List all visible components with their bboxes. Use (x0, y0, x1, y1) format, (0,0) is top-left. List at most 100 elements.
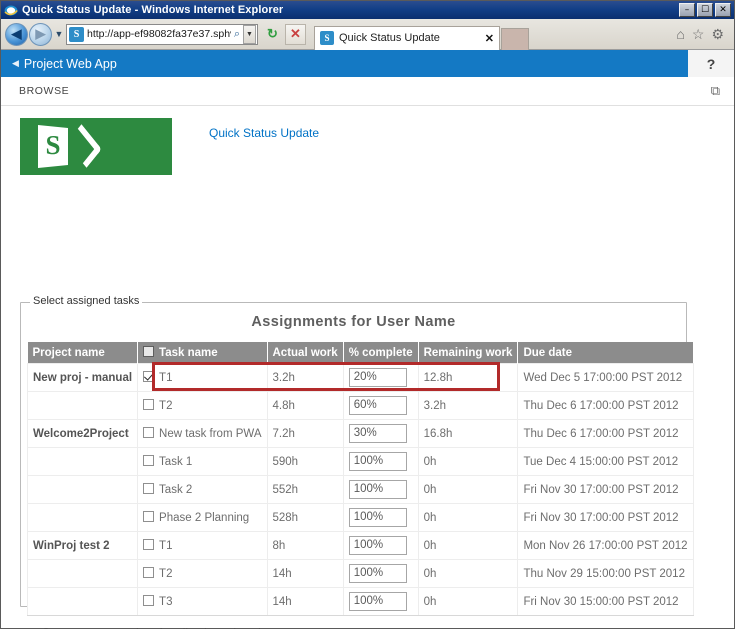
back-button[interactable]: ◀ (5, 23, 28, 46)
table-row[interactable]: Welcome2ProjectNew task from PWA7.2h30%1… (28, 420, 694, 448)
cell-actual-work: 3.2h (267, 364, 343, 392)
cell-due-date: Fri Nov 30 17:00:00 PST 2012 (518, 504, 693, 532)
assignments-table-body: New proj - manualT13.2h20%12.8hWed Dec 5… (28, 364, 694, 616)
percent-complete-field[interactable]: 60% (349, 396, 407, 415)
row-select-checkbox[interactable] (143, 427, 154, 438)
table-row[interactable]: Task 2552h 100% 0hFri Nov 30 17:00:00 PST … (28, 476, 694, 504)
cell-actual-work: 552h (267, 476, 343, 504)
cell-due-date: Thu Nov 29 15:00:00 PST 2012 (518, 560, 693, 588)
address-dropdown-icon[interactable]: ▼ (243, 25, 256, 44)
cell-project-name (28, 588, 138, 616)
task-name-label: T3 (159, 596, 172, 608)
row-select-checkbox[interactable] (143, 567, 154, 578)
tab-quick-status-update[interactable]: S Quick Status Update ✕ (314, 26, 500, 50)
cell-percent-complete: 60% (343, 392, 418, 420)
col-header-due-date[interactable]: Due date (518, 342, 693, 364)
address-bar[interactable]: S http://app-ef98082fa37e37.sphvm-85... … (66, 24, 258, 45)
table-row[interactable]: T314h100%0hFri Nov 30 15:00:00 PST 2012 (28, 588, 694, 616)
cell-due-date: Mon Nov 26 17:00:00 PST 2012 (518, 532, 693, 560)
help-button[interactable]: ? (688, 50, 734, 77)
table-row[interactable]: New proj - manualT13.2h20%12.8hWed Dec 5… (28, 364, 694, 392)
cell-remaining-work: 0h (418, 448, 518, 476)
cell-project-name (28, 504, 138, 532)
row-select-checkbox[interactable] (143, 595, 154, 606)
cell-task-name: T2 (138, 560, 267, 588)
search-icon[interactable]: ⌕ (231, 28, 243, 41)
row-select-checkbox[interactable] (143, 483, 154, 494)
col-header-remaining-work[interactable]: Remaining work (418, 342, 518, 364)
cell-task-name: Task 2 (138, 476, 267, 504)
task-name-label: T1 (159, 372, 172, 384)
cell-remaining-work: 0h (418, 588, 518, 616)
ie-logo-icon (4, 3, 18, 17)
row-select-checkbox[interactable] (143, 399, 154, 410)
cell-task-name: Phase 2 Planning (138, 504, 267, 532)
row-select-checkbox[interactable] (143, 371, 154, 382)
table-row[interactable]: T24.8h60%3.2hThu Dec 6 17:00:00 PST 2012 (28, 392, 694, 420)
cell-actual-work: 8h (267, 532, 343, 560)
cell-actual-work: 7.2h (267, 420, 343, 448)
minimize-button[interactable]: – (679, 3, 695, 17)
percent-complete-field[interactable]: 20% (349, 368, 407, 387)
cell-project-name: Welcome2Project (28, 420, 138, 448)
collapse-arrow-icon[interactable]: ◀ (12, 58, 19, 69)
cell-actual-work: 590h (267, 448, 343, 476)
task-name-label: New task from PWA (159, 428, 261, 440)
focus-on-content-icon[interactable]: ⧉ (711, 83, 720, 99)
close-button[interactable]: ✕ (715, 3, 731, 17)
tab-browse[interactable]: BROWSE (19, 85, 69, 97)
new-tab-button[interactable] (501, 28, 529, 50)
percent-complete-field[interactable]: 100% (349, 592, 407, 611)
row-select-checkbox[interactable] (143, 511, 154, 522)
assignments-table: Project name Task name Actual work % com… (27, 342, 694, 616)
select-all-checkbox[interactable] (143, 346, 154, 357)
percent-complete-field[interactable]: 100% (349, 536, 407, 555)
task-name-label: T2 (159, 400, 172, 412)
gear-icon[interactable]: ⚙ (711, 27, 724, 41)
maximize-button[interactable]: ☐ (697, 3, 713, 17)
forward-button[interactable]: ▶ (29, 23, 52, 46)
table-row[interactable]: Phase 2 Planning528h100%0hFri Nov 30 17:… (28, 504, 694, 532)
assignments-title: Assignments for User Name (21, 314, 686, 330)
col-header-actual-work[interactable]: Actual work (267, 342, 343, 364)
logo-chevron-icon (66, 124, 101, 168)
page-title-link[interactable]: Quick Status Update (209, 126, 319, 140)
table-row[interactable]: Task 1590h100%0hTue Dec 4 15:00:00 PST 2… (28, 448, 694, 476)
col-header-project-name[interactable]: Project name (28, 342, 138, 364)
history-dropdown-icon[interactable]: ▼ (52, 29, 66, 39)
table-header-row: Project name Task name Actual work % com… (28, 342, 694, 364)
cell-task-name: T1 (138, 364, 267, 392)
cell-due-date: Fri Nov 30 17:00:00 PST 2012 (518, 476, 693, 504)
col-header-task-name[interactable]: Task name (138, 342, 267, 364)
table-row[interactable]: WinProj test 2T18h100%0hMon Nov 26 17:00… (28, 532, 694, 560)
cell-task-name: T2 (138, 392, 267, 420)
tab-strip: S Quick Status Update ✕ (314, 19, 529, 50)
row-select-checkbox[interactable] (143, 539, 154, 550)
row-select-checkbox[interactable] (143, 455, 154, 466)
page-body: S Quick Status Update Select assigned ta… (1, 106, 734, 175)
table-row[interactable]: T214h100%0hThu Nov 29 15:00:00 PST 2012 (28, 560, 694, 588)
refresh-button[interactable]: ↻ (262, 24, 283, 45)
percent-complete-field[interactable]: 100% (349, 480, 407, 499)
select-assigned-tasks-fieldset: Select assigned tasks Assignments for Us… (20, 302, 687, 607)
cell-remaining-work: 0h (418, 476, 518, 504)
cell-percent-complete: 100% (343, 532, 418, 560)
col-header-task-name-label: Task name (159, 347, 218, 359)
suite-bar-title[interactable]: Project Web App (24, 57, 117, 71)
home-icon[interactable]: ⌂ (676, 27, 684, 41)
cell-project-name (28, 560, 138, 588)
percent-complete-field[interactable]: 100% (349, 508, 407, 527)
col-header-percent-complete[interactable]: % complete (343, 342, 418, 364)
cell-percent-complete: 30% (343, 420, 418, 448)
tab-close-icon[interactable]: ✕ (481, 32, 494, 45)
percent-complete-field[interactable]: 30% (349, 424, 407, 443)
percent-complete-instruction: Set percent complete for all selected as… (42, 624, 352, 629)
cell-due-date: Fri Nov 30 15:00:00 PST 2012 (518, 588, 693, 616)
favorites-star-icon[interactable]: ☆ (692, 27, 705, 41)
stop-button[interactable]: ✕ (285, 24, 306, 45)
cell-project-name (28, 476, 138, 504)
cell-project-name: WinProj test 2 (28, 532, 138, 560)
percent-complete-field[interactable]: 100% (349, 564, 407, 583)
percent-complete-field[interactable]: 100% (349, 452, 407, 471)
cell-project-name (28, 448, 138, 476)
